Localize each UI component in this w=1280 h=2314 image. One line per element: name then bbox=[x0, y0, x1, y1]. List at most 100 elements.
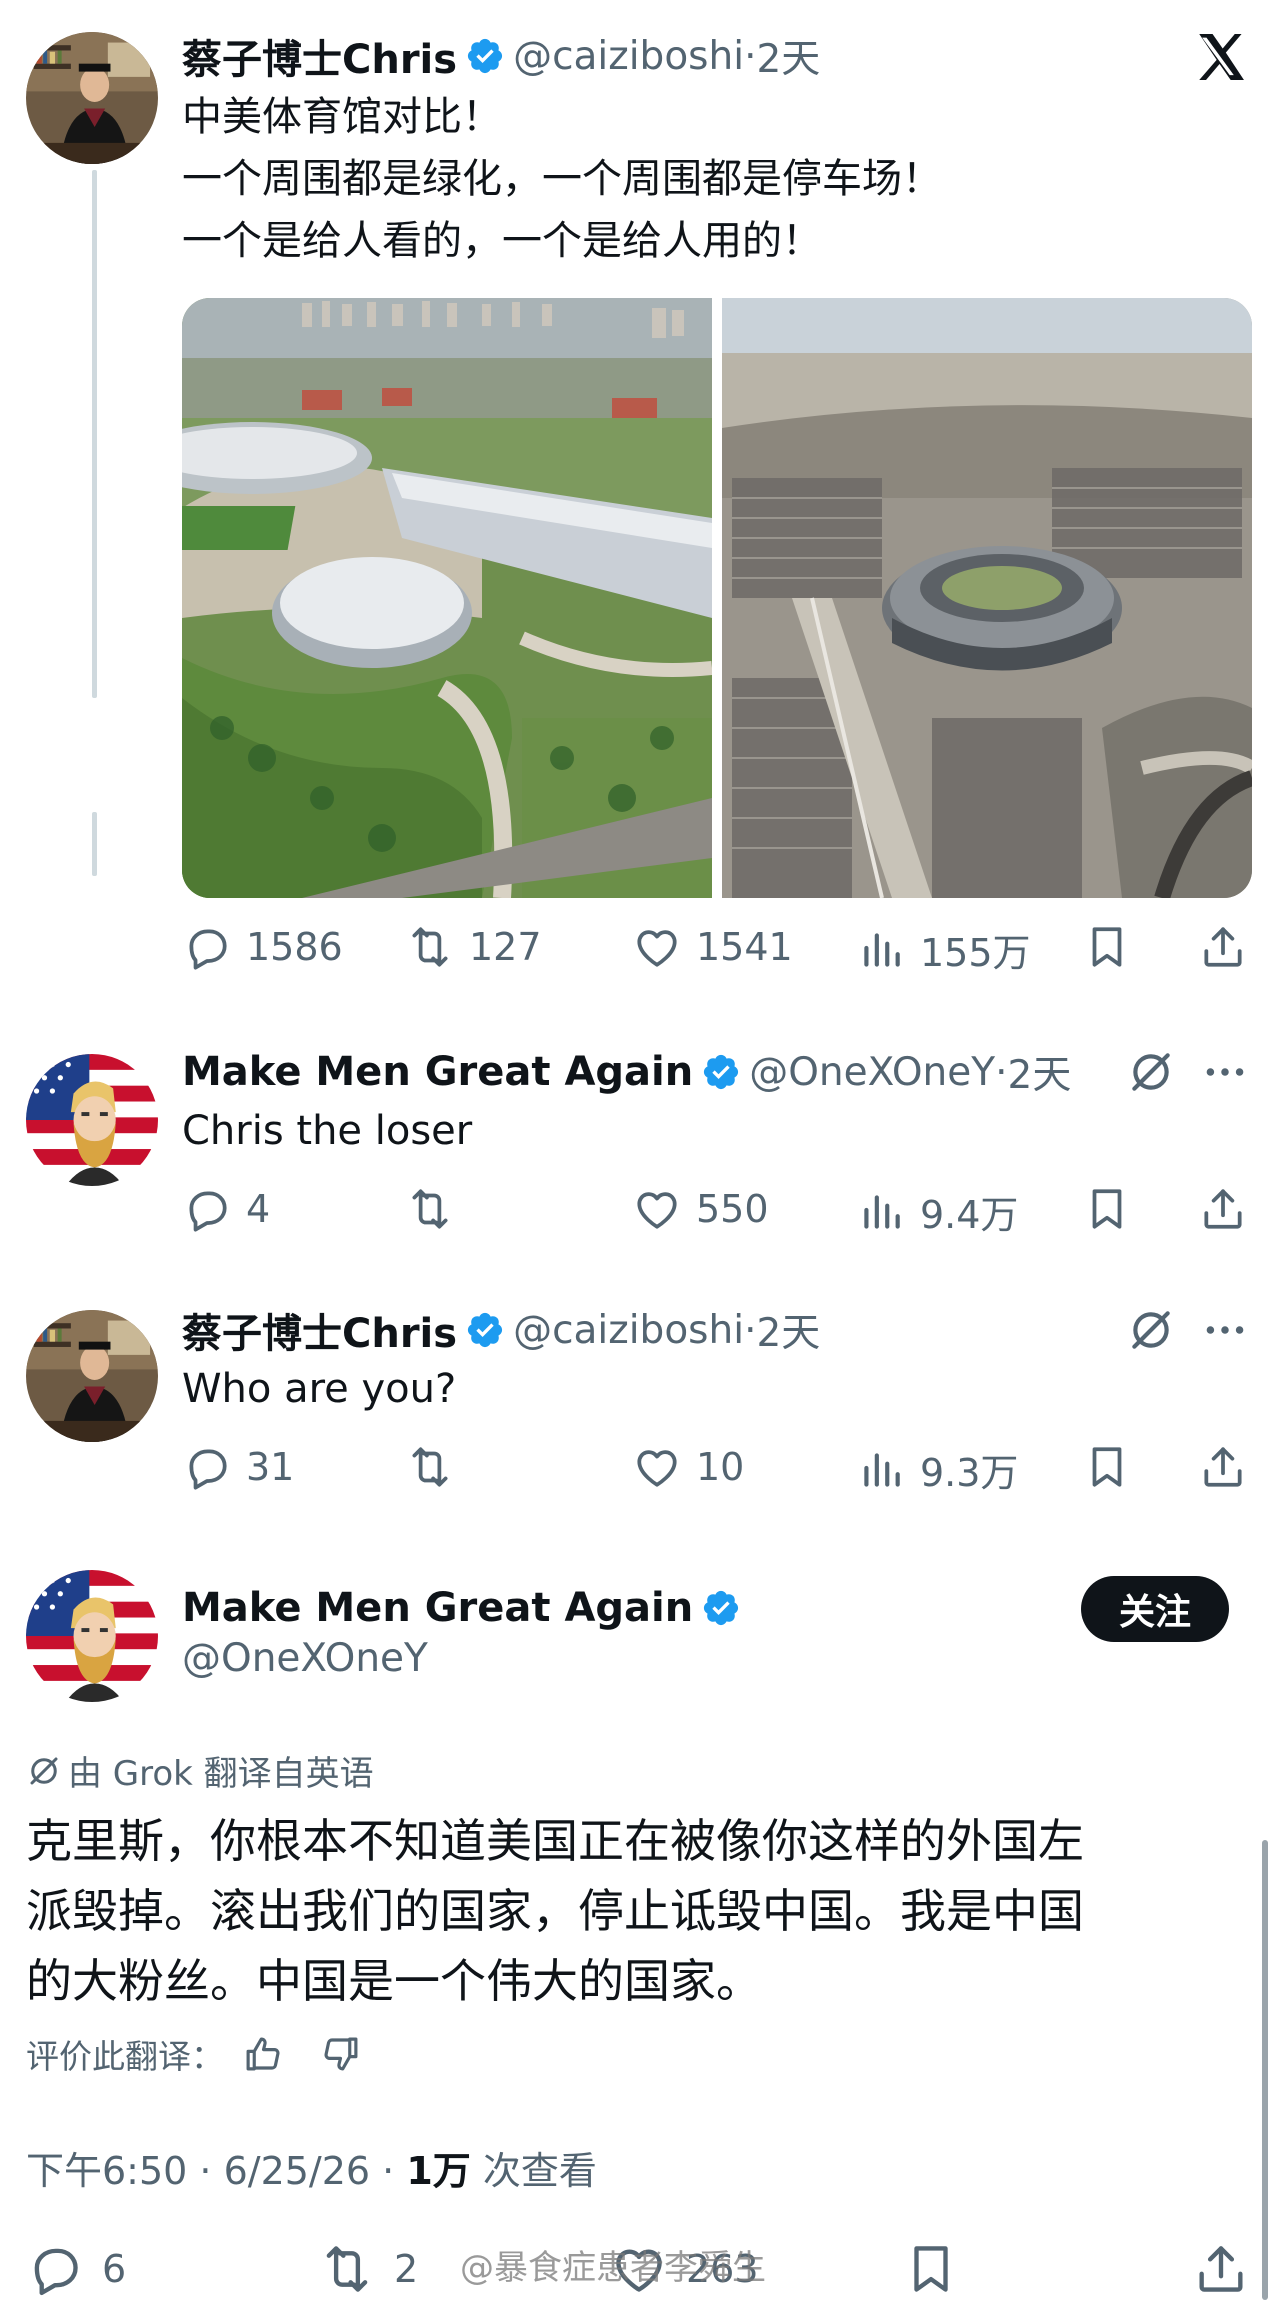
thread-line bbox=[92, 812, 97, 876]
views-button[interactable]: 9.4万 bbox=[856, 1184, 1018, 1239]
verified-badge-icon bbox=[465, 1310, 505, 1350]
views-button[interactable]: 9.3万 bbox=[856, 1442, 1018, 1497]
grok-label-text: 由 Grok 翻译自英语 bbox=[68, 1754, 374, 1794]
translated-text: 克里斯，你根本不知道美国正在被像你这样的外国左 派毁掉。滚出我们的国家，停止诋毁… bbox=[26, 1806, 1236, 2016]
share-icon[interactable] bbox=[1198, 1184, 1248, 1234]
like-icon bbox=[632, 1442, 682, 1492]
retweet-button[interactable]: 127 bbox=[405, 922, 542, 972]
views-icon bbox=[856, 1187, 906, 1237]
like-button[interactable]: 550 bbox=[632, 1184, 769, 1234]
reply-icon bbox=[26, 2240, 84, 2298]
avatar[interactable] bbox=[26, 32, 158, 164]
reply-icon bbox=[182, 922, 232, 972]
tweet-time[interactable]: 2天 bbox=[756, 28, 820, 84]
retweet-button[interactable]: 2 bbox=[318, 2240, 418, 2298]
views-count: 155万 bbox=[920, 931, 1031, 975]
retweet-button[interactable] bbox=[405, 1442, 469, 1492]
translated-line: 派毁掉。滚出我们的国家，停止诋毁中国。我是中国 bbox=[26, 1884, 1084, 1938]
share-icon[interactable] bbox=[1198, 922, 1248, 972]
grok-translation-label: 由 Grok 翻译自英语 bbox=[26, 1746, 374, 1795]
like-button[interactable]: 1541 bbox=[632, 922, 793, 972]
like-count: 1541 bbox=[696, 925, 793, 969]
reply-count: 1586 bbox=[246, 925, 343, 969]
author-handle[interactable]: @caiziboshi bbox=[513, 34, 744, 79]
author-name[interactable]: Make Men Great Again bbox=[182, 1585, 693, 1631]
reply-button[interactable]: 4 bbox=[182, 1184, 270, 1234]
tweet-text-line: 一个是给人看的，一个是给人用的！ bbox=[182, 218, 822, 264]
reply-count: 4 bbox=[246, 1187, 271, 1231]
views-button[interactable]: 155万 bbox=[856, 922, 1031, 977]
more-icon[interactable] bbox=[1200, 1305, 1250, 1355]
translated-line: 克里斯，你根本不知道美国正在被像你这样的外国左 bbox=[26, 1814, 1084, 1868]
reply-button[interactable]: 1586 bbox=[182, 922, 343, 972]
views-count: 1万 bbox=[406, 2149, 471, 2193]
tweet-text: Who are you? bbox=[182, 1366, 457, 1412]
tweet-time[interactable]: 下午6:50 bbox=[26, 2149, 187, 2193]
tweet-header: 蔡子博士Chris @caiziboshi · 2天 bbox=[182, 28, 820, 84]
reply-icon bbox=[182, 1442, 232, 1492]
retweet-icon bbox=[318, 2240, 376, 2298]
verified-badge-icon bbox=[701, 1588, 741, 1628]
avatar[interactable] bbox=[26, 1054, 158, 1186]
stadium-photo-china[interactable] bbox=[182, 298, 712, 898]
like-count: 10 bbox=[696, 1445, 745, 1489]
retweet-count: 2 bbox=[394, 2247, 419, 2291]
separator-dot: · bbox=[187, 2149, 224, 2193]
author-handle[interactable]: @OneXOneY bbox=[749, 1050, 995, 1095]
views-count: 9.3万 bbox=[920, 1451, 1019, 1495]
like-icon bbox=[632, 922, 682, 972]
author-handle[interactable]: @caiziboshi bbox=[513, 1308, 744, 1353]
tweet-time[interactable]: 2天 bbox=[756, 1302, 820, 1358]
author-name[interactable]: Make Men Great Again bbox=[182, 1049, 693, 1095]
bookmark-icon[interactable] bbox=[902, 2240, 960, 2298]
tweet-date[interactable]: 6/25/26 bbox=[224, 2149, 371, 2193]
thumbs-up-icon[interactable] bbox=[242, 2033, 284, 2075]
verified-badge-icon bbox=[701, 1052, 741, 1092]
author-name[interactable]: 蔡子博士Chris bbox=[182, 1301, 457, 1359]
bookmark-icon[interactable] bbox=[1082, 922, 1132, 972]
stadium-photo-usa[interactable] bbox=[722, 298, 1252, 898]
bookmark-icon[interactable] bbox=[1082, 1442, 1132, 1492]
avatar[interactable] bbox=[26, 1310, 158, 1442]
like-button[interactable]: 10 bbox=[632, 1442, 744, 1492]
tweet-time[interactable]: 2天 bbox=[1008, 1044, 1072, 1100]
views-icon bbox=[856, 925, 906, 975]
tweet-text-line: 一个周围都是绿化，一个周围都是停车场！ bbox=[182, 156, 942, 202]
thread-line bbox=[92, 170, 97, 698]
retweet-count: 127 bbox=[469, 925, 542, 969]
author-name[interactable]: 蔡子博士Chris bbox=[182, 27, 457, 85]
retweet-icon bbox=[405, 1442, 455, 1492]
close-x-icon[interactable] bbox=[1192, 28, 1250, 86]
share-icon[interactable] bbox=[1198, 1442, 1248, 1492]
verified-badge-icon bbox=[465, 36, 505, 76]
views-icon bbox=[856, 1445, 906, 1495]
scrollbar[interactable] bbox=[1262, 1840, 1268, 2300]
grok-icon[interactable] bbox=[1126, 1047, 1176, 1097]
like-count: 550 bbox=[696, 1187, 769, 1231]
retweet-button[interactable] bbox=[405, 1184, 469, 1234]
reply-button[interactable]: 6 bbox=[26, 2240, 126, 2298]
separator-dot: · bbox=[744, 33, 757, 79]
watermark: @暴食症患者李舜生 bbox=[460, 2248, 766, 2288]
reply-count: 31 bbox=[246, 1445, 295, 1489]
retweet-icon bbox=[405, 922, 455, 972]
tweet-body: 中美体育馆对比！ 一个周围都是绿化，一个周围都是停车场！ 一个是给人看的，一个是… bbox=[182, 86, 942, 272]
author-handle[interactable]: @OneXOneY bbox=[182, 1636, 428, 1681]
rate-label: 评价此翻译： bbox=[26, 2037, 224, 2076]
like-icon bbox=[632, 1184, 682, 1234]
views-count: 9.4万 bbox=[920, 1193, 1019, 1237]
bookmark-icon[interactable] bbox=[1082, 1184, 1132, 1234]
grok-icon bbox=[26, 1753, 62, 1789]
reply-button[interactable]: 31 bbox=[182, 1442, 294, 1492]
share-icon[interactable] bbox=[1192, 2240, 1250, 2298]
grok-icon[interactable] bbox=[1126, 1305, 1176, 1355]
main-tweet-header: Make Men Great Again bbox=[182, 1580, 749, 1636]
avatar[interactable] bbox=[26, 1570, 158, 1702]
follow-button[interactable]: 关注 bbox=[1081, 1576, 1229, 1642]
tweet-text-line: 中美体育馆对比！ bbox=[182, 94, 502, 140]
thumbs-down-icon[interactable] bbox=[320, 2033, 362, 2075]
more-icon[interactable] bbox=[1200, 1047, 1250, 1097]
translated-line: 的大粉丝。中国是一个伟大的国家。 bbox=[26, 1954, 762, 2008]
tweet-header: Make Men Great Again @OneXOneY · 2天 bbox=[182, 1044, 1071, 1100]
separator-dot: · bbox=[370, 2149, 407, 2193]
